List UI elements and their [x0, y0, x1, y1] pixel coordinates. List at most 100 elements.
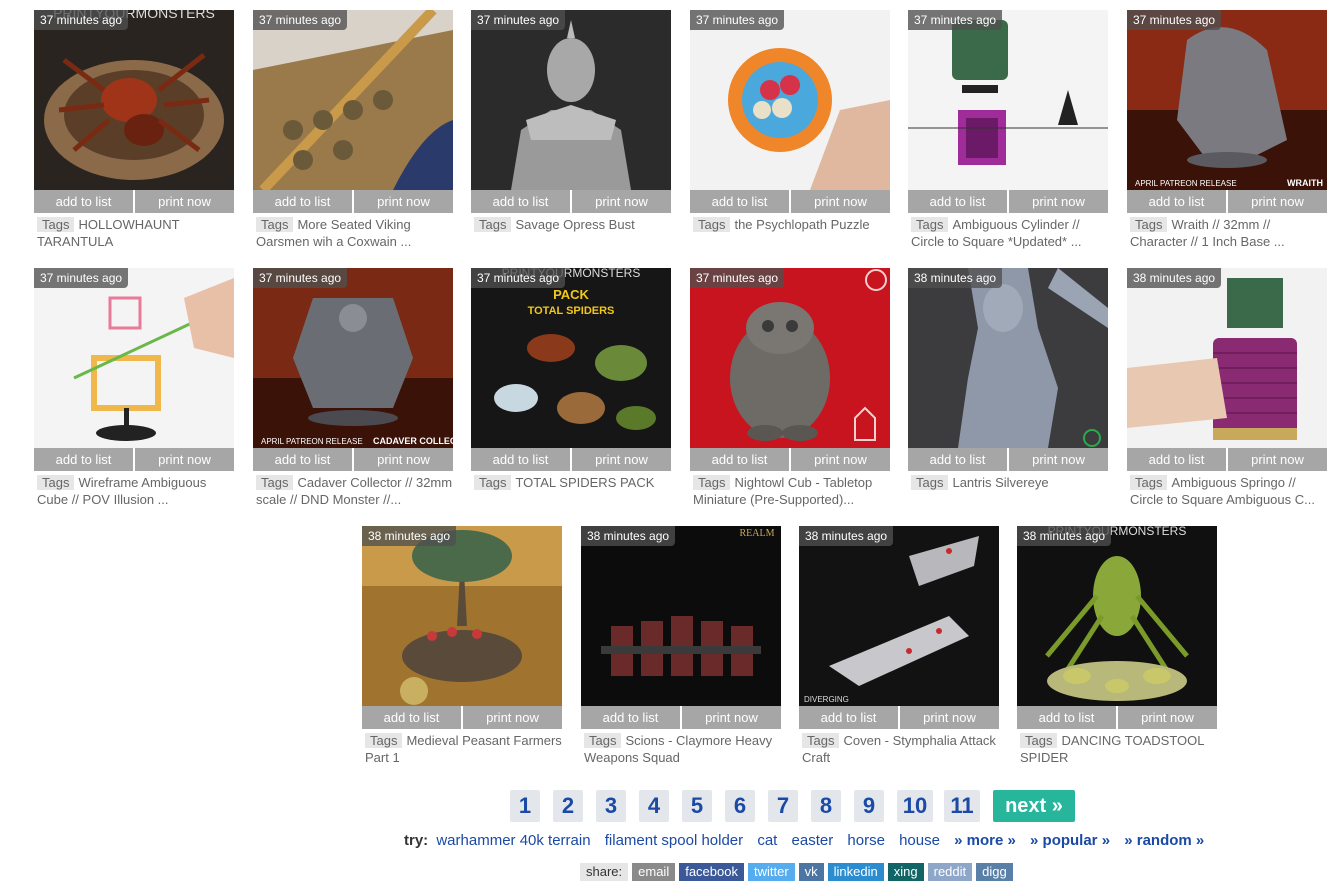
model-thumbnail[interactable]: APRIL PATREON RELEASE CADAVER COLLECTOR …	[253, 268, 453, 448]
add-to-list-button[interactable]: add to list	[253, 448, 352, 471]
print-now-button[interactable]: print now	[789, 190, 890, 213]
tags-label[interactable]: Tags	[474, 217, 512, 232]
page-link-9[interactable]: 9	[854, 790, 884, 822]
tags-label[interactable]: Tags	[256, 475, 294, 490]
model-card[interactable]: 38 minutes ago add to list print now Tag…	[908, 268, 1108, 491]
search-link[interactable]: house	[899, 832, 940, 849]
popular-link[interactable]: » popular »	[1030, 832, 1110, 849]
tags-label[interactable]: Tags	[802, 733, 840, 748]
page-link-5[interactable]: 5	[682, 790, 712, 822]
add-to-list-button[interactable]: add to list	[253, 190, 352, 213]
tags-label[interactable]: Tags	[584, 733, 622, 748]
more-link[interactable]: » more »	[954, 832, 1016, 849]
add-to-list-button[interactable]: add to list	[690, 190, 789, 213]
print-now-button[interactable]: print now	[570, 448, 671, 471]
model-thumbnail[interactable]: 38 minutes ago	[1127, 268, 1327, 448]
print-now-button[interactable]: print now	[680, 706, 781, 729]
share-xing-button[interactable]: xing	[887, 863, 924, 881]
tags-label[interactable]: Tags	[37, 475, 75, 490]
page-link-6[interactable]: 6	[725, 790, 755, 822]
page-link-2[interactable]: 2	[553, 790, 583, 822]
tags-label[interactable]: Tags	[256, 217, 294, 232]
add-to-list-button[interactable]: add to list	[908, 190, 1007, 213]
add-to-list-button[interactable]: add to list	[471, 448, 570, 471]
add-to-list-button[interactable]: add to list	[34, 190, 133, 213]
search-link[interactable]: warhammer 40k terrain	[436, 832, 590, 849]
share-vk-button[interactable]: vk	[798, 863, 824, 881]
model-card[interactable]: 37 minutes ago add to list print now Tag…	[690, 10, 890, 233]
add-to-list-button[interactable]: add to list	[799, 706, 898, 729]
model-card[interactable]: 37 minutes ago add to list print now Tag…	[253, 10, 453, 250]
model-thumbnail[interactable]: 38 minutes ago	[362, 526, 562, 706]
add-to-list-button[interactable]: add to list	[581, 706, 680, 729]
page-link-7[interactable]: 7	[768, 790, 798, 822]
print-now-button[interactable]: print now	[352, 448, 453, 471]
model-card[interactable]: 37 minutes ago add to list print now Tag…	[471, 10, 671, 233]
share-linkedin-button[interactable]: linkedin	[827, 863, 884, 881]
model-thumbnail[interactable]: 37 minutes ago	[690, 268, 890, 448]
print-now-button[interactable]: print now	[352, 190, 453, 213]
next-page-button[interactable]: next »	[993, 790, 1075, 822]
page-link-11[interactable]: 11	[944, 790, 980, 822]
add-to-list-button[interactable]: add to list	[1017, 706, 1116, 729]
print-now-button[interactable]: print now	[1226, 448, 1327, 471]
model-card[interactable]: PRINTYOURMONSTERS 37 minutes ago add to …	[34, 10, 234, 250]
add-to-list-button[interactable]: add to list	[471, 190, 570, 213]
model-card[interactable]: DIVERGING 38 minutes ago add to list pri…	[799, 526, 999, 766]
model-thumbnail[interactable]: 37 minutes ago	[471, 10, 671, 190]
model-card[interactable]: 38 minutes ago add to list print now Tag…	[362, 526, 562, 766]
add-to-list-button[interactable]: add to list	[34, 448, 133, 471]
model-title[interactable]: TOTAL SPIDERS PACK	[515, 475, 654, 490]
model-title[interactable]: Savage Opress Bust	[515, 217, 634, 232]
add-to-list-button[interactable]: add to list	[362, 706, 461, 729]
search-link[interactable]: horse	[847, 832, 885, 849]
model-card[interactable]: 37 minutes ago add to list print now Tag…	[690, 268, 890, 508]
add-to-list-button[interactable]: add to list	[690, 448, 789, 471]
page-link-10[interactable]: 10	[897, 790, 933, 822]
model-thumbnail[interactable]: 38 minutes ago	[908, 268, 1108, 448]
model-thumbnail[interactable]: 37 minutes ago	[253, 10, 453, 190]
model-card[interactable]: PRINTYOURMONSTERS PACK TOTAL SPIDERS 37 …	[471, 268, 671, 491]
model-thumbnail[interactable]: PRINTYOURMONSTERS 37 minutes ago	[34, 10, 234, 190]
tags-label[interactable]: Tags	[1130, 475, 1168, 490]
model-title[interactable]: Lantris Silvereye	[952, 475, 1048, 490]
tags-label[interactable]: Tags	[693, 217, 731, 232]
print-now-button[interactable]: print now	[570, 190, 671, 213]
tags-label[interactable]: Tags	[911, 217, 949, 232]
model-card[interactable]: 37 minutes ago add to list print now Tag…	[908, 10, 1108, 250]
print-now-button[interactable]: print now	[461, 706, 562, 729]
tags-label[interactable]: Tags	[1020, 733, 1058, 748]
model-title[interactable]: the Psychlopath Puzzle	[734, 217, 869, 232]
share-email-button[interactable]: email	[632, 863, 676, 881]
model-thumbnail[interactable]: REALM 38 minutes ago	[581, 526, 781, 706]
tags-label[interactable]: Tags	[474, 475, 512, 490]
model-thumbnail[interactable]: DIVERGING 38 minutes ago	[799, 526, 999, 706]
search-link[interactable]: filament spool holder	[605, 832, 743, 849]
model-thumbnail[interactable]: 37 minutes ago	[908, 10, 1108, 190]
print-now-button[interactable]: print now	[789, 448, 890, 471]
print-now-button[interactable]: print now	[1007, 190, 1108, 213]
print-now-button[interactable]: print now	[898, 706, 999, 729]
add-to-list-button[interactable]: add to list	[1127, 190, 1226, 213]
model-card[interactable]: 37 minutes ago add to list print now Tag…	[34, 268, 234, 508]
search-link[interactable]: easter	[792, 832, 834, 849]
print-now-button[interactable]: print now	[1116, 706, 1217, 729]
model-card[interactable]: APRIL PATREON RELEASE CADAVER COLLECTOR …	[253, 268, 453, 508]
search-link[interactable]: cat	[757, 832, 777, 849]
tags-label[interactable]: Tags	[911, 475, 949, 490]
tags-label[interactable]: Tags	[37, 217, 75, 232]
model-card[interactable]: REALM 38 minutes ago add to list print n…	[581, 526, 781, 766]
share-twitter-button[interactable]: twitter	[747, 863, 795, 881]
tags-label[interactable]: Tags	[365, 733, 403, 748]
print-now-button[interactable]: print now	[1226, 190, 1327, 213]
model-thumbnail[interactable]: 37 minutes ago	[690, 10, 890, 190]
model-thumbnail[interactable]: APRIL PATREON RELEASE WRAITH 37 minutes …	[1127, 10, 1327, 190]
model-card[interactable]: 38 minutes ago add to list print now Tag…	[1127, 268, 1327, 508]
model-thumbnail[interactable]: PRINTYOURMONSTERS PACK TOTAL SPIDERS 37 …	[471, 268, 671, 448]
tags-label[interactable]: Tags	[1130, 217, 1168, 232]
print-now-button[interactable]: print now	[1007, 448, 1108, 471]
model-card[interactable]: APRIL PATREON RELEASE WRAITH 37 minutes …	[1127, 10, 1327, 250]
share-reddit-button[interactable]: reddit	[927, 863, 973, 881]
model-thumbnail[interactable]: PRINTYOURMONSTERS 38 minutes ago	[1017, 526, 1217, 706]
add-to-list-button[interactable]: add to list	[1127, 448, 1226, 471]
